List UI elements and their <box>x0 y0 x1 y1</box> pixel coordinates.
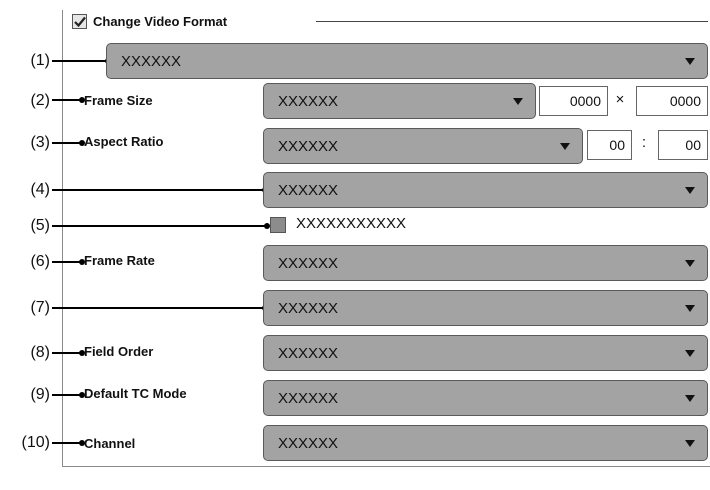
group-divider <box>316 21 708 22</box>
preset-dropdown-value: XXXXXX <box>121 52 182 70</box>
callout-3: (3) <box>30 134 50 151</box>
frame-rate-label: Frame Rate <box>84 253 155 268</box>
frame-height-field[interactable]: 0000 <box>636 86 708 116</box>
callout-8: (8) <box>30 344 50 361</box>
colon-separator: : <box>641 134 647 151</box>
aspect-ratio-label: Aspect Ratio <box>84 134 164 149</box>
chevron-down-icon <box>685 439 695 447</box>
aspect-ratio-dropdown-value: XXXXXX <box>278 137 339 155</box>
leader-line-4 <box>52 187 268 193</box>
chevron-down-icon <box>560 142 570 150</box>
frame-rate-dropdown-value: XXXXXX <box>278 254 339 272</box>
leader-line-10 <box>52 440 85 446</box>
default-tc-mode-dropdown-value: XXXXXX <box>278 389 339 407</box>
leader-line-3 <box>52 140 85 146</box>
callout-2: (2) <box>30 92 50 109</box>
change-video-format-checkbox[interactable] <box>72 13 87 29</box>
field-order-dropdown-value: XXXXXX <box>278 344 339 362</box>
aspect-denominator-field[interactable]: 00 <box>658 130 708 160</box>
preset-dropdown[interactable]: XXXXXX <box>106 43 708 79</box>
callout-4: (4) <box>30 181 50 198</box>
row-4-dropdown[interactable]: XXXXXX <box>263 172 708 208</box>
callout-1: (1) <box>30 52 50 69</box>
group-title: Change Video Format <box>93 13 228 29</box>
chevron-down-icon <box>685 349 695 357</box>
callout-5: (5) <box>30 217 50 234</box>
field-order-dropdown[interactable]: XXXXXX <box>263 335 708 371</box>
row-5-checkbox-label: XXXXXXXXXXX <box>296 215 407 232</box>
leader-line-6 <box>52 259 85 265</box>
chevron-down-icon <box>685 304 695 312</box>
row-7-dropdown-value: XXXXXX <box>278 299 339 317</box>
frame-size-label: Frame Size <box>84 93 153 108</box>
leader-line-8 <box>52 350 85 356</box>
chevron-down-icon <box>685 259 695 267</box>
row-5-checkbox[interactable] <box>270 217 286 233</box>
leader-line-2 <box>52 97 85 103</box>
chevron-down-icon <box>513 97 523 105</box>
channel-dropdown-value: XXXXXX <box>278 434 339 452</box>
callout-9: (9) <box>30 386 50 403</box>
frame-width-field[interactable]: 0000 <box>539 86 608 116</box>
leader-line-9 <box>52 392 85 398</box>
frame-rate-dropdown[interactable]: XXXXXX <box>263 245 708 281</box>
chevron-down-icon <box>685 186 695 194</box>
field-order-label: Field Order <box>84 344 154 359</box>
chevron-down-icon <box>685 57 695 65</box>
group-header: Change Video Format <box>72 11 234 31</box>
checkmark-icon <box>73 16 86 27</box>
aspect-numerator-field[interactable]: 00 <box>587 130 632 160</box>
channel-label: Channel <box>84 436 136 451</box>
leader-line-7 <box>52 305 268 311</box>
default-tc-mode-label: Default TC Mode <box>84 386 187 401</box>
row-4-dropdown-value: XXXXXX <box>278 181 339 199</box>
callout-6: (6) <box>30 253 50 270</box>
aspect-ratio-dropdown[interactable]: XXXXXX <box>263 128 583 164</box>
frame-size-dropdown-value: XXXXXX <box>278 92 339 110</box>
callout-10: (10) <box>21 434 50 451</box>
row-7-dropdown[interactable]: XXXXXX <box>263 290 708 326</box>
callout-7: (7) <box>30 299 50 316</box>
frame-size-dropdown[interactable]: XXXXXX <box>263 83 536 119</box>
leader-line-1 <box>52 58 111 64</box>
default-tc-mode-dropdown[interactable]: XXXXXX <box>263 380 708 416</box>
times-symbol: × <box>615 91 625 108</box>
chevron-down-icon <box>685 394 695 402</box>
channel-dropdown[interactable]: XXXXXX <box>263 425 708 461</box>
leader-line-5 <box>52 223 270 229</box>
